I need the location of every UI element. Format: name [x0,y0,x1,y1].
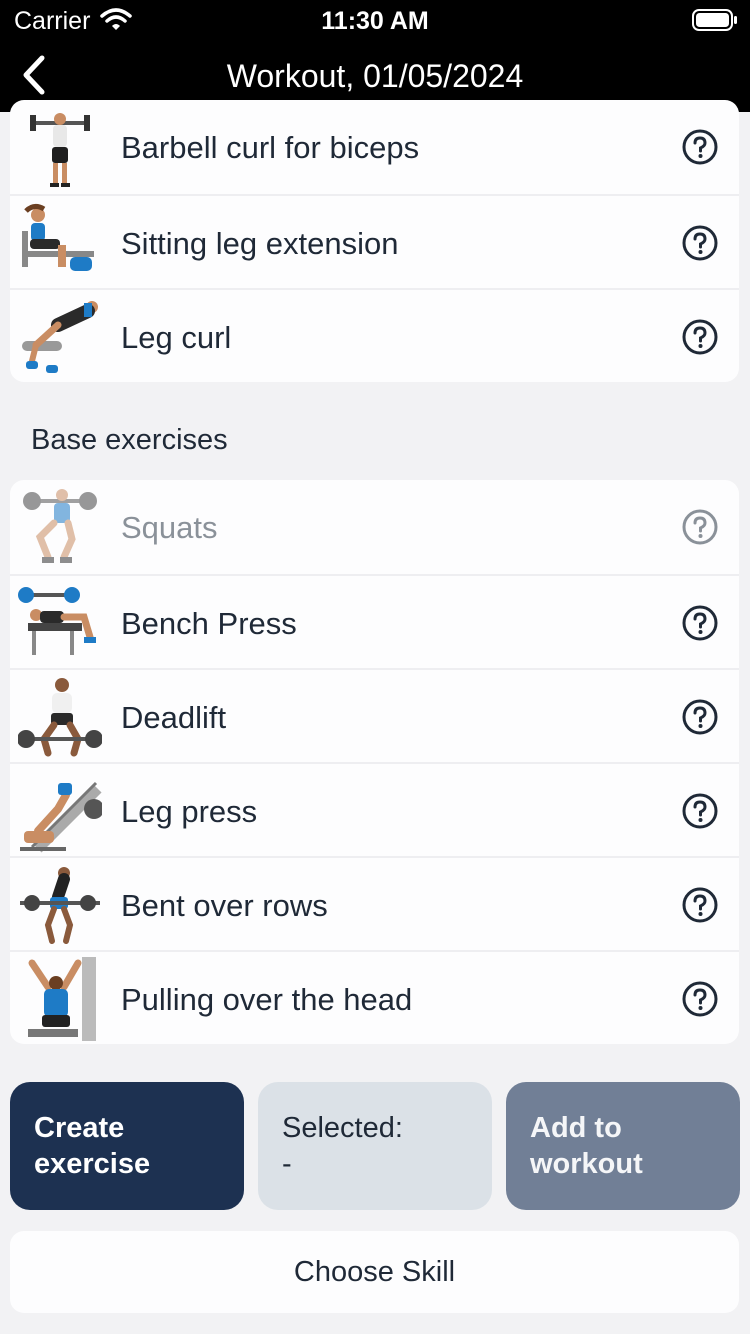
section-header-base-exercises: Base exercises [31,424,228,456]
leg-curl-figure-icon [22,301,98,373]
exercise-list-card: Barbell curl for biceps Sitting leg exte… [10,100,739,382]
selected-value: - [282,1148,292,1180]
exercise-row-leg-press[interactable]: Leg press [10,762,739,856]
create-exercise-label-line1: Create [34,1112,125,1144]
pulling-over-head-figure-icon [28,957,96,1041]
help-circle-icon[interactable] [681,318,719,356]
exercise-name: Leg press [121,794,258,829]
help-circle-icon[interactable] [681,792,719,830]
help-circle-icon[interactable] [681,604,719,642]
exercise-row-squats[interactable]: Squats [10,480,739,574]
exercise-name: Bent over rows [121,888,328,923]
squats-figure-icon [23,489,97,563]
add-to-workout-button[interactable]: Add to workout [506,1082,740,1210]
help-circle-icon[interactable] [681,698,719,736]
add-to-workout-label-line1: Add to [530,1112,622,1144]
exercise-row-sitting-leg-extension[interactable]: Sitting leg extension [10,194,739,288]
exercise-name: Squats [121,510,218,545]
exercise-row-bench-press[interactable]: Bench Press [10,574,739,668]
exercise-row-barbell-curl[interactable]: Barbell curl for biceps [10,100,739,194]
help-circle-icon[interactable] [681,128,719,166]
exercise-row-deadlift[interactable]: Deadlift [10,668,739,762]
help-circle-icon[interactable] [681,224,719,262]
exercise-name: Barbell curl for biceps [121,130,420,165]
exercise-name: Sitting leg extension [121,226,399,261]
create-exercise-button[interactable]: Create exercise [10,1082,244,1210]
bent-over-rows-figure-icon [20,867,100,944]
leg-press-figure-icon [20,781,102,853]
deadlift-figure-icon [18,678,102,757]
exercise-row-bent-over-rows[interactable]: Bent over rows [10,856,739,950]
help-circle-icon[interactable] [681,886,719,924]
exercise-row-leg-curl[interactable]: Leg curl [10,288,739,382]
page-title: Workout, 01/05/2024 [226,58,524,94]
exercise-name: Bench Press [121,606,297,641]
exercise-name: Pulling over the head [121,982,413,1017]
selected-label: Selected: [282,1112,403,1144]
leg-extension-figure-icon [22,203,94,271]
bench-press-figure-icon [18,587,96,655]
status-bar: Carrier 11:30 AM [0,0,750,40]
exercise-row-pulling-over-head[interactable]: Pulling over the head [10,950,739,1044]
exercise-name: Deadlift [121,700,227,735]
selected-count-button[interactable]: Selected: - [258,1082,492,1210]
status-time: 11:30 AM [321,7,429,35]
help-circle-icon[interactable] [681,980,719,1018]
add-to-workout-label-line2: workout [530,1148,643,1180]
create-exercise-label-line2: exercise [34,1148,151,1180]
base-exercises-card: Squats Bench Press Deadlift Leg press Be… [10,480,739,1044]
help-circle-icon[interactable] [681,508,719,546]
barbell-curl-figure-icon [30,113,90,187]
battery-icon [692,9,737,31]
choose-skill-button[interactable]: Choose Skill [10,1231,739,1313]
exercise-name: Leg curl [121,320,232,355]
